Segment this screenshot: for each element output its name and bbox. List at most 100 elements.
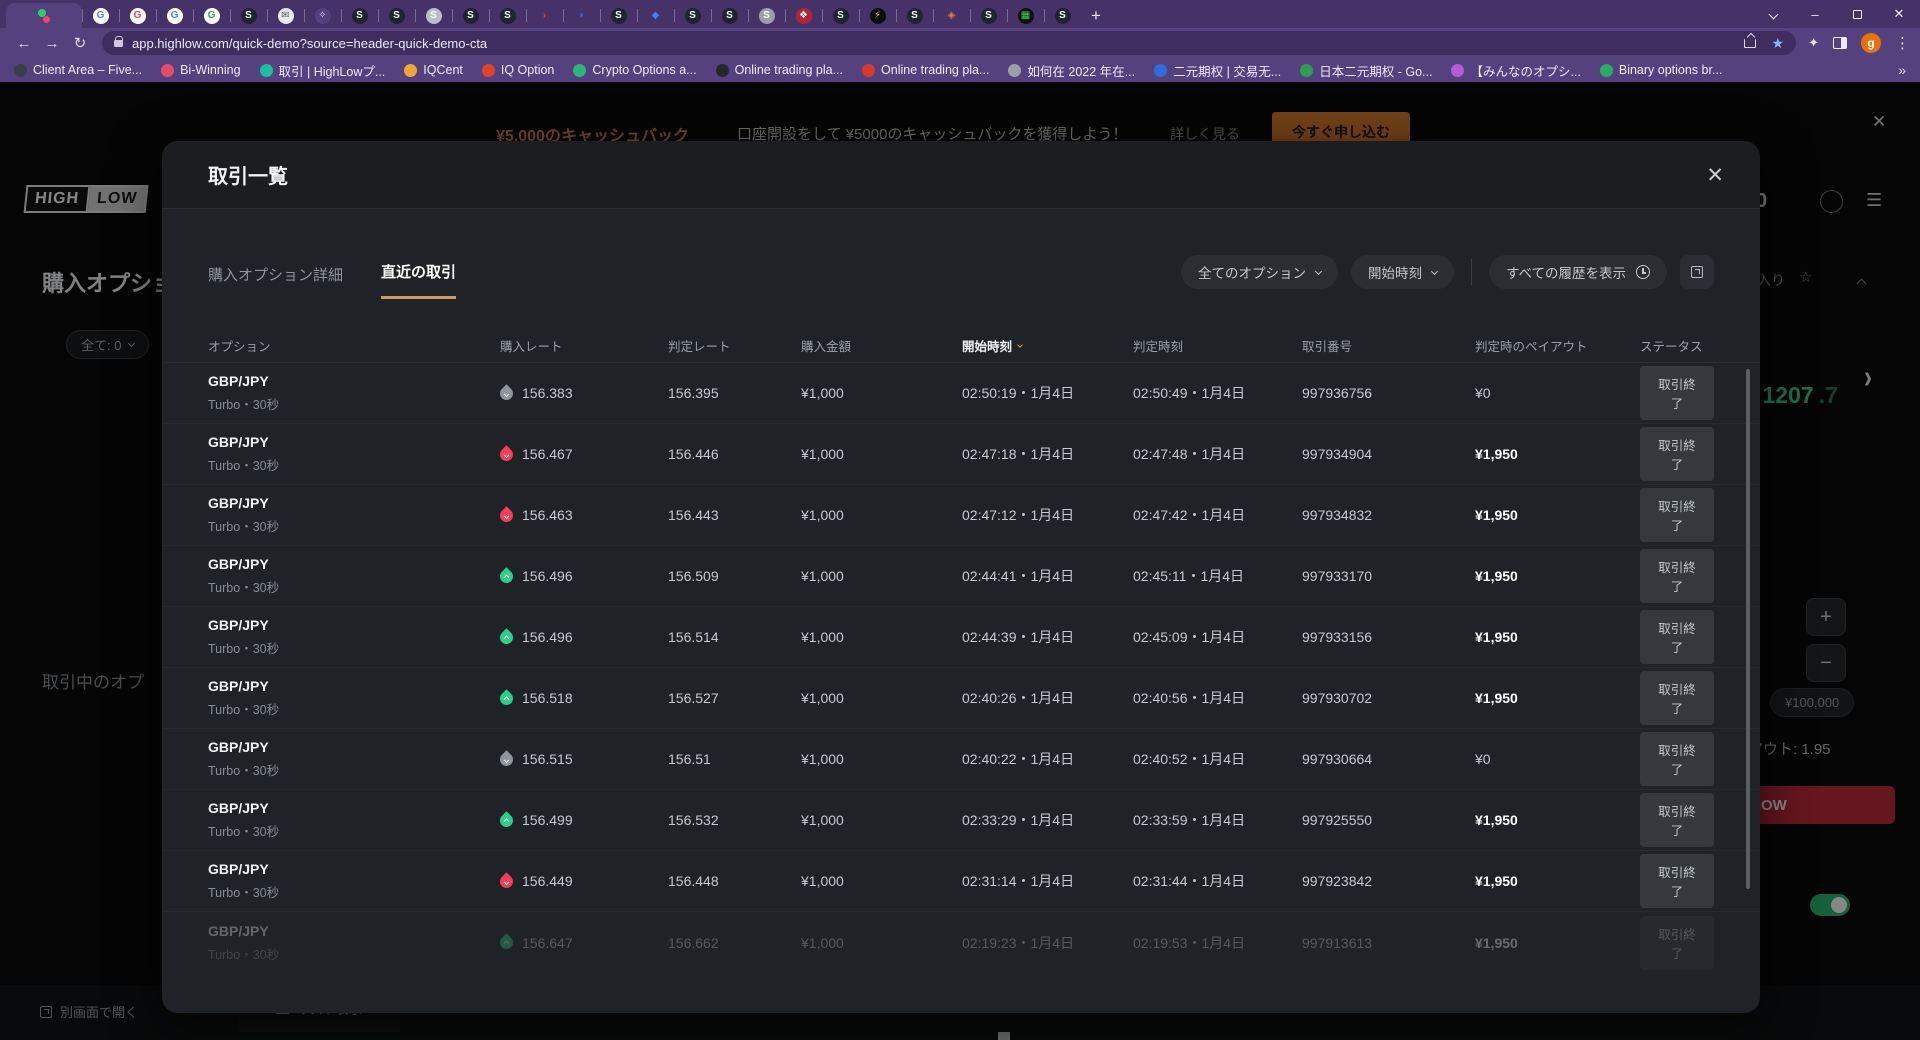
bookmark-item[interactable]: 【みんなのオプシ... <box>1451 61 1580 80</box>
status-button[interactable]: 取引終了 <box>1640 610 1714 664</box>
status-button[interactable]: 取引終了 <box>1640 793 1714 847</box>
extensions-icon[interactable]: ✦ <box>1808 35 1819 51</box>
browser-tab[interactable]: › <box>526 3 563 28</box>
tab-option-details[interactable]: 購入オプション詳細 <box>208 264 343 299</box>
minimize-button[interactable]: – <box>1794 0 1836 28</box>
bookmark-item[interactable]: IQCent <box>404 63 463 77</box>
bookmark-item[interactable]: Binary options br... <box>1600 63 1723 77</box>
browser-tab[interactable]: S <box>896 3 933 28</box>
down-direction-icon <box>497 506 515 524</box>
browser-tab[interactable]: S <box>415 3 452 28</box>
bookmark-item[interactable]: 日本二元期权 - Go... <box>1300 61 1432 80</box>
history-filter[interactable]: すべての履歴を表示 <box>1489 255 1667 289</box>
browser-tab[interactable]: G <box>82 3 119 28</box>
site-tab-icon: S <box>463 8 479 24</box>
browser-tab[interactable]: S <box>822 3 859 28</box>
forward-button[interactable]: → <box>38 35 66 52</box>
status-button[interactable]: 取引終了 <box>1640 549 1714 603</box>
modal-close-icon[interactable]: ✕ <box>1706 163 1724 188</box>
back-button[interactable]: ← <box>10 35 38 52</box>
browser-tab[interactable]: S <box>674 3 711 28</box>
active-tab[interactable] <box>6 3 82 28</box>
browser-tab[interactable]: ◗ <box>563 3 600 28</box>
status-cell: 取引終了 <box>1640 488 1714 542</box>
status-button[interactable]: 取引終了 <box>1640 366 1714 420</box>
browser-tab[interactable]: S <box>711 3 748 28</box>
maximize-button[interactable] <box>1836 0 1878 28</box>
profile-avatar[interactable]: g <box>1861 33 1881 53</box>
browser-tab[interactable]: ✉ <box>267 3 304 28</box>
status-button[interactable]: 取引終了 <box>1640 488 1714 542</box>
column-header[interactable]: 判定レート <box>668 336 801 355</box>
new-tab-button[interactable]: + <box>1081 3 1111 28</box>
tab-search-icon[interactable] <box>1752 0 1794 28</box>
bookmark-item[interactable]: Client Area – Five... <box>14 63 142 77</box>
bookmark-item[interactable]: Bi-Winning <box>161 63 240 77</box>
column-header[interactable]: 購入レート <box>500 336 668 355</box>
close-window-button[interactable]: ✕ <box>1878 0 1920 28</box>
browser-tab[interactable]: S <box>970 3 1007 28</box>
browser-tab[interactable]: S <box>489 3 526 28</box>
browser-tab[interactable]: ❖ <box>785 3 822 28</box>
scrollbar-thumb[interactable] <box>1746 369 1750 889</box>
browser-tab[interactable]: G <box>193 3 230 28</box>
browser-tab[interactable]: S <box>452 3 489 28</box>
browser-tab[interactable]: S <box>378 3 415 28</box>
open-history-external-button[interactable] <box>1680 255 1714 289</box>
browser-tab[interactable]: G <box>156 3 193 28</box>
bookmark-item[interactable]: Online trading pla... <box>862 63 989 77</box>
column-header[interactable]: ステータス <box>1640 336 1714 355</box>
mail-tab-icon: ✉ <box>278 8 294 24</box>
tab-recent-trades[interactable]: 直近の取引 <box>381 261 456 299</box>
page: ¥5,000のキャッシュバック 口座開設をして ¥5000のキャッシュバックを獲… <box>0 82 1920 1040</box>
bookmark-item[interactable]: 二元期权 | 交易无... <box>1154 61 1281 80</box>
option-type-filter[interactable]: 全てのオプション <box>1181 255 1338 289</box>
option-type-label: Turbo・30秒 <box>208 882 500 901</box>
modal-scrollbar[interactable] <box>1746 369 1750 979</box>
status-button[interactable]: 取引終了 <box>1640 671 1714 725</box>
column-header[interactable]: 判定時のペイアウト <box>1475 336 1640 355</box>
half-tab-icon: ◗ <box>574 8 590 24</box>
bookmark-item[interactable]: 如何在 2022 年在... <box>1008 61 1135 80</box>
browser-tab[interactable]: S <box>341 3 378 28</box>
browser-tab[interactable]: S <box>230 3 267 28</box>
status-button[interactable]: 取引終了 <box>1640 854 1714 908</box>
side-panel-icon[interactable] <box>1833 37 1847 49</box>
buy-rate-value: 156.499 <box>522 812 573 828</box>
browser-menu-icon[interactable]: ⋮ <box>1895 34 1910 52</box>
option-type-label: Turbo・30秒 <box>208 577 500 596</box>
browser-tab[interactable]: ◆ <box>637 3 674 28</box>
browser-tab[interactable]: ▦ <box>1007 3 1044 28</box>
browser-tab[interactable]: ✧ <box>304 3 341 28</box>
up-direction-icon <box>497 628 515 646</box>
browser-tab[interactable]: S <box>600 3 637 28</box>
bookmark-item[interactable]: Crypto Options a... <box>573 63 696 77</box>
sort-filter[interactable]: 開始時刻 <box>1351 255 1454 289</box>
browser-tab[interactable]: S <box>748 3 785 28</box>
share-icon[interactable] <box>1744 39 1756 48</box>
column-header[interactable]: 判定時刻 <box>1133 336 1302 355</box>
option-cell: GBP/JPYTurbo・30秒 <box>208 617 500 657</box>
column-header[interactable]: 購入金額 <box>801 336 962 355</box>
browser-tab[interactable]: ◈ <box>933 3 970 28</box>
column-header[interactable]: 取引番号 <box>1302 336 1475 355</box>
bookmark-item[interactable]: 取引 | HighLowプ... <box>260 61 386 80</box>
buy-rate-value: 156.518 <box>522 690 573 706</box>
browser-tab[interactable]: G <box>119 3 156 28</box>
bookmark-star-icon[interactable]: ★ <box>1772 35 1785 52</box>
pair-label: GBP/JPY <box>208 556 500 572</box>
browser-tab[interactable]: S <box>1044 3 1081 28</box>
bookmark-favicon-icon <box>404 64 417 77</box>
column-header-sorted[interactable]: 開始時刻 <box>962 336 1133 355</box>
status-button[interactable]: 取引終了 <box>1640 732 1714 786</box>
browser-tab[interactable]: ⚡ <box>859 3 896 28</box>
reload-button[interactable]: ↻ <box>66 34 94 52</box>
settle-rate-cell: 156.509 <box>668 568 801 584</box>
bookmark-item[interactable]: IQ Option <box>482 63 555 77</box>
bookmarks-overflow-icon[interactable]: » <box>1898 62 1906 78</box>
status-button[interactable]: 取引終了 <box>1640 916 1714 970</box>
status-button[interactable]: 取引終了 <box>1640 427 1714 481</box>
url-bar[interactable]: app.highlow.com/quick-demo?source=header… <box>102 31 1796 55</box>
column-header[interactable]: オプション <box>208 336 500 355</box>
bookmark-item[interactable]: Online trading pla... <box>716 63 843 77</box>
